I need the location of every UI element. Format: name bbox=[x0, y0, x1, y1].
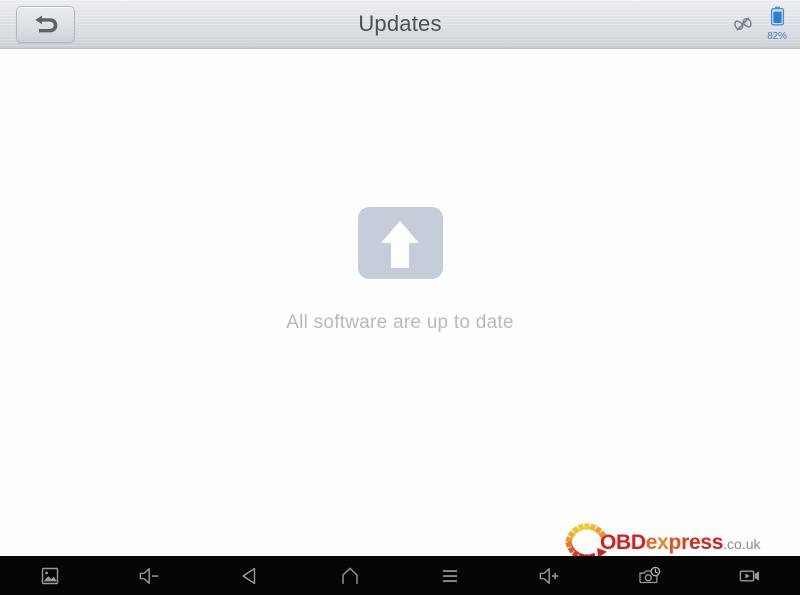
page-title: Updates bbox=[358, 11, 442, 36]
logo-text-e: e bbox=[645, 530, 658, 554]
logo-text-e2: e bbox=[688, 530, 701, 554]
nav-screenshot-button[interactable] bbox=[0, 556, 100, 595]
logo-text-tld: .co.uk bbox=[723, 535, 761, 552]
nav-screen-record-button[interactable] bbox=[700, 556, 800, 595]
unlink-icon[interactable] bbox=[730, 11, 756, 37]
screenshot-icon bbox=[39, 565, 61, 587]
tablet-screen: Updates 82% All software are up to date … bbox=[0, 0, 800, 595]
nav-back-button[interactable] bbox=[200, 556, 300, 595]
back-button[interactable] bbox=[16, 6, 75, 43]
back-triangle-icon bbox=[238, 565, 262, 587]
logo-text-r: r bbox=[681, 530, 689, 554]
status-cluster: 82% bbox=[730, 0, 796, 48]
logo-text-p: p bbox=[668, 530, 682, 554]
logo-text-s: s bbox=[700, 530, 712, 554]
nav-home-button[interactable] bbox=[300, 556, 400, 595]
empty-state: All software are up to date bbox=[0, 49, 800, 449]
nav-volume-up-button[interactable] bbox=[500, 556, 600, 595]
battery-icon bbox=[770, 6, 785, 32]
battery-percent-label: 82% bbox=[767, 31, 787, 42]
title-bar: Updates 82% bbox=[0, 0, 800, 49]
volume-down-icon bbox=[137, 565, 163, 587]
menu-icon bbox=[438, 566, 462, 586]
main-content: All software are up to date OBDexpress.c… bbox=[0, 49, 800, 561]
obdexpress-wordmark: OBDexpress.co.uk bbox=[600, 532, 760, 553]
home-icon bbox=[338, 565, 362, 587]
system-navigation-bar bbox=[0, 556, 800, 595]
nav-volume-down-button[interactable] bbox=[100, 556, 200, 595]
logo-text-s2: s bbox=[711, 530, 724, 554]
screen-record-icon bbox=[737, 566, 763, 586]
back-arrow-icon bbox=[32, 14, 60, 36]
empty-state-message: All software are up to date bbox=[286, 311, 514, 333]
timed-screenshot-icon bbox=[637, 565, 663, 587]
logo-text-x: x bbox=[657, 530, 669, 554]
battery-indicator: 82% bbox=[762, 6, 792, 42]
nav-timed-screenshot-button[interactable] bbox=[600, 556, 700, 595]
volume-up-icon bbox=[537, 565, 563, 587]
nav-menu-button[interactable] bbox=[400, 556, 500, 595]
software-update-arrow-icon bbox=[357, 206, 443, 279]
